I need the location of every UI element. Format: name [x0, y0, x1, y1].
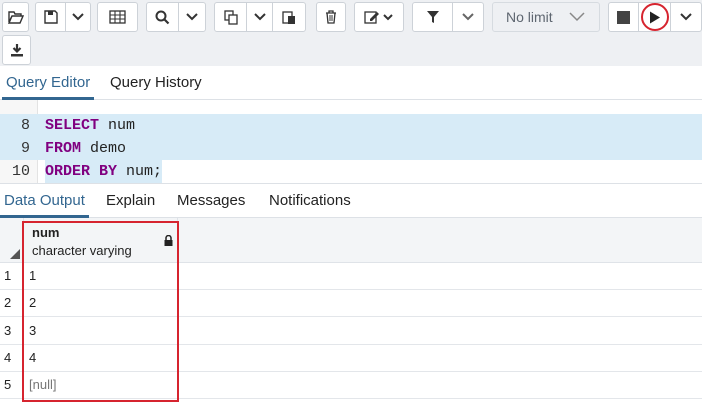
execute-highlight-circle [641, 3, 669, 31]
column-highlight-box [22, 221, 179, 402]
chevron-down-icon [186, 13, 198, 21]
editor-tabs: Query Editor Query History [0, 66, 702, 100]
view-data-button[interactable] [98, 3, 137, 31]
find-dropdown-button[interactable] [179, 3, 205, 31]
edit-button[interactable] [355, 3, 403, 31]
open-file-button[interactable] [3, 3, 28, 31]
download-icon [10, 44, 23, 57]
code-text: ORDER BY num; [45, 160, 163, 183]
download-button[interactable] [3, 36, 30, 64]
row-number: 5 [0, 372, 24, 398]
grid-icon [109, 10, 126, 24]
search-icon [155, 10, 170, 24]
sql-editor[interactable]: 8 SELECT num 9 FROM demo 10 ORDER BY num… [0, 100, 702, 184]
code-line: 10 ORDER BY num; [0, 160, 702, 183]
find-group [146, 2, 206, 32]
folder-open-icon [7, 11, 24, 24]
download-group [2, 35, 31, 65]
tab-data-output[interactable]: Data Output [0, 184, 89, 218]
code-line: 9 FROM demo [0, 137, 702, 160]
tab-query-editor[interactable]: Query Editor [2, 66, 95, 100]
save-dropdown-button[interactable] [66, 3, 90, 31]
chevron-down-icon [253, 13, 266, 21]
corner-triangle-icon [10, 249, 20, 259]
row-number: 1 [0, 263, 24, 289]
tab-notifications[interactable]: Notifications [265, 184, 355, 217]
line-number: 10 [11, 163, 30, 180]
line-number: 9 [20, 140, 30, 157]
sql-keyword: SELECT [45, 117, 100, 134]
save-button[interactable] [36, 3, 66, 31]
delete-group [316, 2, 346, 32]
row-number: 2 [0, 290, 24, 316]
row-number: 4 [0, 345, 24, 371]
chevron-down-icon [72, 13, 84, 21]
tab-explain[interactable]: Explain [102, 184, 159, 217]
filter-group [412, 2, 484, 32]
execute-dropdown-button[interactable] [671, 3, 701, 31]
sql-text: demo [81, 140, 127, 157]
open-file-group [2, 2, 29, 32]
sql-keyword: ORDER BY [45, 163, 118, 180]
edit-icon [364, 11, 393, 24]
stop-icon [617, 10, 630, 24]
stop-button[interactable] [609, 3, 639, 31]
clipboard-group [214, 2, 306, 32]
sql-text: num; [117, 163, 163, 180]
filter-icon [426, 11, 439, 23]
line-number: 8 [20, 117, 30, 134]
grid-group [97, 2, 138, 32]
row-limit-select[interactable]: No limit [492, 2, 600, 32]
filter-button[interactable] [413, 3, 453, 31]
sql-keyword: FROM [45, 140, 82, 157]
save-group [35, 2, 91, 32]
row-limit-value: No limit [506, 9, 553, 25]
copy-icon [223, 9, 238, 25]
paste-icon [282, 10, 295, 24]
row-number: 3 [0, 318, 24, 344]
code-text: SELECT num [45, 114, 135, 137]
chevron-down-icon [569, 12, 585, 22]
trash-icon [326, 10, 336, 24]
query-toolbar: No limit [0, 0, 702, 66]
copy-dropdown-button[interactable] [247, 3, 273, 31]
code-text: FROM demo [45, 137, 126, 160]
save-icon [43, 10, 58, 24]
tab-messages[interactable]: Messages [173, 184, 249, 217]
copy-button[interactable] [215, 3, 247, 31]
output-tabs: Data Output Explain Messages Notificatio… [0, 184, 702, 218]
sql-text: num [99, 117, 136, 134]
delete-button[interactable] [317, 3, 345, 31]
edit-group [354, 2, 404, 32]
code-line: 8 SELECT num [0, 114, 702, 137]
filter-dropdown-button[interactable] [453, 3, 483, 31]
select-all-corner[interactable] [0, 218, 24, 263]
chevron-down-icon [462, 13, 474, 21]
tab-query-history[interactable]: Query History [106, 66, 206, 99]
chevron-down-icon [680, 13, 692, 21]
find-button[interactable] [147, 3, 179, 31]
paste-button[interactable] [273, 3, 305, 31]
